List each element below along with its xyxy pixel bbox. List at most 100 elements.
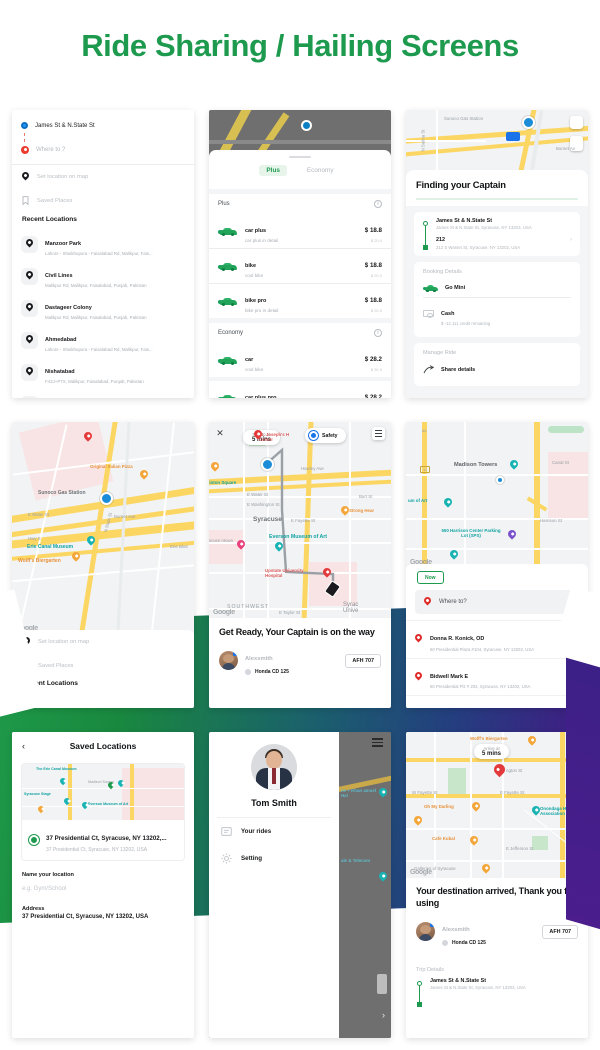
arrived-map[interactable]: Wolff's Biergarten Arrive at 5 mins ngto…	[406, 732, 588, 878]
list-item[interactable]: Dastageer Colony Malikpur Rd, Malikpur, …	[12, 292, 194, 324]
map-label: ngton St	[506, 768, 523, 773]
now-chip[interactable]: Now	[417, 571, 444, 584]
trip-origin-row[interactable]: James St & N.State St James St & N.State…	[430, 978, 578, 998]
trip-destination-row[interactable]: 212 212 S Warset St, Syracuse, NY 13202,…	[436, 237, 572, 250]
place-pin-icon[interactable]	[526, 734, 538, 747]
selected-name: 37 Presidential Ct, Syracuse, NY 13202,.…	[46, 835, 167, 842]
place-pin-icon[interactable]	[468, 834, 480, 847]
chevron-right-icon[interactable]: ›	[382, 1010, 385, 1020]
list-item[interactable]: Civil Lines Malikpur Rd, Malikpur, Faisa…	[12, 260, 194, 292]
tracking-map[interactable]: ✕ Pickup at 5 mins Safety St. Joseph's H…	[209, 422, 391, 618]
place-pin-icon[interactable]	[116, 778, 126, 788]
location-pin-icon	[21, 299, 38, 317]
background-wedge-right	[566, 619, 600, 937]
map-label: um of Art	[408, 498, 428, 503]
chevron-right-icon[interactable]: ›	[570, 237, 572, 243]
place-pin-icon[interactable]	[508, 458, 520, 471]
place-pin-icon[interactable]	[412, 814, 424, 827]
set-location-on-map-button[interactable]: Set location on map	[12, 165, 194, 189]
list-item[interactable]: Ahmedabad Lahore - Sheikhupura - Faisala…	[12, 324, 194, 356]
where-to-map[interactable]: 66 11 Madison Towers um of Art 550 Harri…	[406, 422, 588, 568]
destination-row[interactable]: Where to ?	[21, 142, 185, 157]
ride-name: car	[245, 357, 254, 363]
destination-square-icon	[423, 244, 428, 250]
place-pin-icon[interactable]	[235, 538, 247, 551]
place-pin-icon[interactable]	[377, 870, 389, 883]
museum-pin-icon[interactable]	[85, 534, 97, 547]
arrive-chip-value: 5 mins	[482, 751, 502, 757]
saved-places-button[interactable]: Saved Places	[12, 189, 194, 212]
map-canvas[interactable]: Original Italian Pizza Sunoco Gas Statio…	[12, 422, 194, 634]
list-item[interactable]: Nishatabad F43J+P7X, Malikpur, Faisalaba…	[12, 356, 194, 388]
place-pin-icon[interactable]	[470, 800, 482, 813]
place-pin-icon[interactable]	[480, 862, 492, 875]
list-item[interactable]: Syracuse Midwives - Lovig Linda CNM 600 …	[406, 695, 588, 708]
set-location-on-map-button[interactable]: Set location on map	[12, 630, 194, 654]
map-label: Syracuse Stage	[24, 792, 51, 796]
ride-option-row[interactable]: car plus car plus in detail $ 18.8 $ 20.0	[209, 214, 391, 248]
menu-item-setting[interactable]: Setting	[209, 845, 339, 872]
place-pin-icon[interactable]	[62, 796, 72, 806]
destination-placeholder: Where to ?	[36, 146, 66, 153]
map-label: Clinton Square	[209, 480, 237, 485]
recenter-button[interactable]	[570, 116, 583, 129]
place-pin-icon[interactable]	[80, 800, 90, 810]
place-pin-icon[interactable]	[209, 460, 221, 473]
menu-icon[interactable]	[372, 427, 385, 440]
avatar[interactable]	[251, 744, 297, 790]
place-pin-icon[interactable]	[339, 504, 351, 517]
place-pin-icon[interactable]	[138, 468, 150, 481]
list-item[interactable]: Manzoor Park Lahore - Sheikhupura - Fais…	[12, 228, 194, 260]
place-pin-icon[interactable]	[530, 804, 542, 817]
place-pin-icon[interactable]	[58, 776, 68, 786]
name-input[interactable]: e.g. Gym/School	[22, 886, 184, 892]
ride-name: car plus pro	[245, 395, 277, 398]
sheet-grabber[interactable]	[289, 156, 311, 158]
driver-row[interactable]: Alexsmith Honda CD 125 AFH 707	[219, 647, 381, 675]
list-item[interactable]: Mana Wala Malikpur Rd, Malikpur, Faisala…	[12, 388, 194, 398]
share-details-row[interactable]: Share details	[423, 361, 571, 379]
place-pin-icon	[413, 670, 424, 682]
menu-icon[interactable]	[372, 738, 383, 747]
place-pin-icon[interactable]	[36, 804, 46, 814]
ride-option-row[interactable]: bike pro bike pro in detail $ 18.8 $ 20.0	[209, 284, 391, 318]
museum-pin-icon[interactable]	[273, 540, 285, 553]
payment-row[interactable]: Cash $ -12,111 credit remaining	[423, 298, 571, 330]
location-pin-icon	[21, 267, 38, 285]
selected-location-row[interactable]: 37 Presidential Ct, Syracuse, NY 13202,.…	[22, 820, 184, 860]
ride-option-row[interactable]: bike cool bike $ 18.8 $ 20.0	[209, 249, 391, 283]
info-icon[interactable]: i	[374, 329, 382, 337]
driver-row[interactable]: Alexsmith Honda CD 125 AFH 707	[406, 918, 588, 946]
finding-sheet: Finding your Captain	[406, 170, 588, 206]
saved-places-button[interactable]: Saved Places	[12, 654, 194, 677]
ride-option-row[interactable]: car cool bike $ 28.2 $ 30.0	[209, 343, 391, 377]
museum-pin-icon[interactable]	[442, 496, 454, 509]
parking-pin-icon[interactable]	[506, 528, 518, 541]
trip-origin-row[interactable]: James St & N.State St James St & N.State…	[436, 218, 572, 238]
tab-economy[interactable]: Economy	[300, 165, 341, 176]
place-pin-icon[interactable]	[377, 786, 389, 799]
tab-plus[interactable]: Plus	[259, 165, 287, 176]
close-icon[interactable]: ✕	[214, 427, 226, 439]
search-input[interactable]: Where to?	[415, 590, 579, 614]
car-icon	[423, 284, 438, 293]
info-icon[interactable]: i	[374, 200, 382, 208]
hospital-pin-icon[interactable]	[82, 430, 94, 443]
place-pin-icon[interactable]	[448, 548, 460, 561]
hospital-pin-icon[interactable]	[321, 566, 333, 579]
mini-map[interactable]: The Erie Canal Museum Madison Towers Syr…	[22, 764, 184, 820]
payment-method: Cash	[441, 310, 455, 317]
location-form: Name your location e.g. Gym/School Addre…	[12, 861, 194, 920]
origin-row[interactable]: James St & N.State St	[21, 118, 185, 133]
vehicle-row[interactable]: Go Mini	[423, 280, 571, 297]
ride-option-row[interactable]: car plus pro cool car pro $ 28.2$ 30.0	[209, 381, 391, 398]
menu-item-your-rides[interactable]: Your rides	[209, 818, 339, 845]
dimmed-map[interactable]: ne + Khan amuel Hal ale & Telecom ›	[339, 732, 391, 1038]
hospital-pin-icon[interactable]	[252, 428, 264, 441]
safety-button[interactable]: Safety	[305, 428, 346, 443]
destination-pin-icon	[422, 595, 433, 607]
place-pin-icon[interactable]	[70, 550, 82, 563]
finding-map[interactable]: Sunoco Gas Station N Salina St Burnet Av	[406, 110, 588, 176]
progress-bar	[416, 198, 578, 200]
list-item[interactable]: Bidwell Mark E 60 Presidential Plz # 202…	[406, 657, 588, 696]
